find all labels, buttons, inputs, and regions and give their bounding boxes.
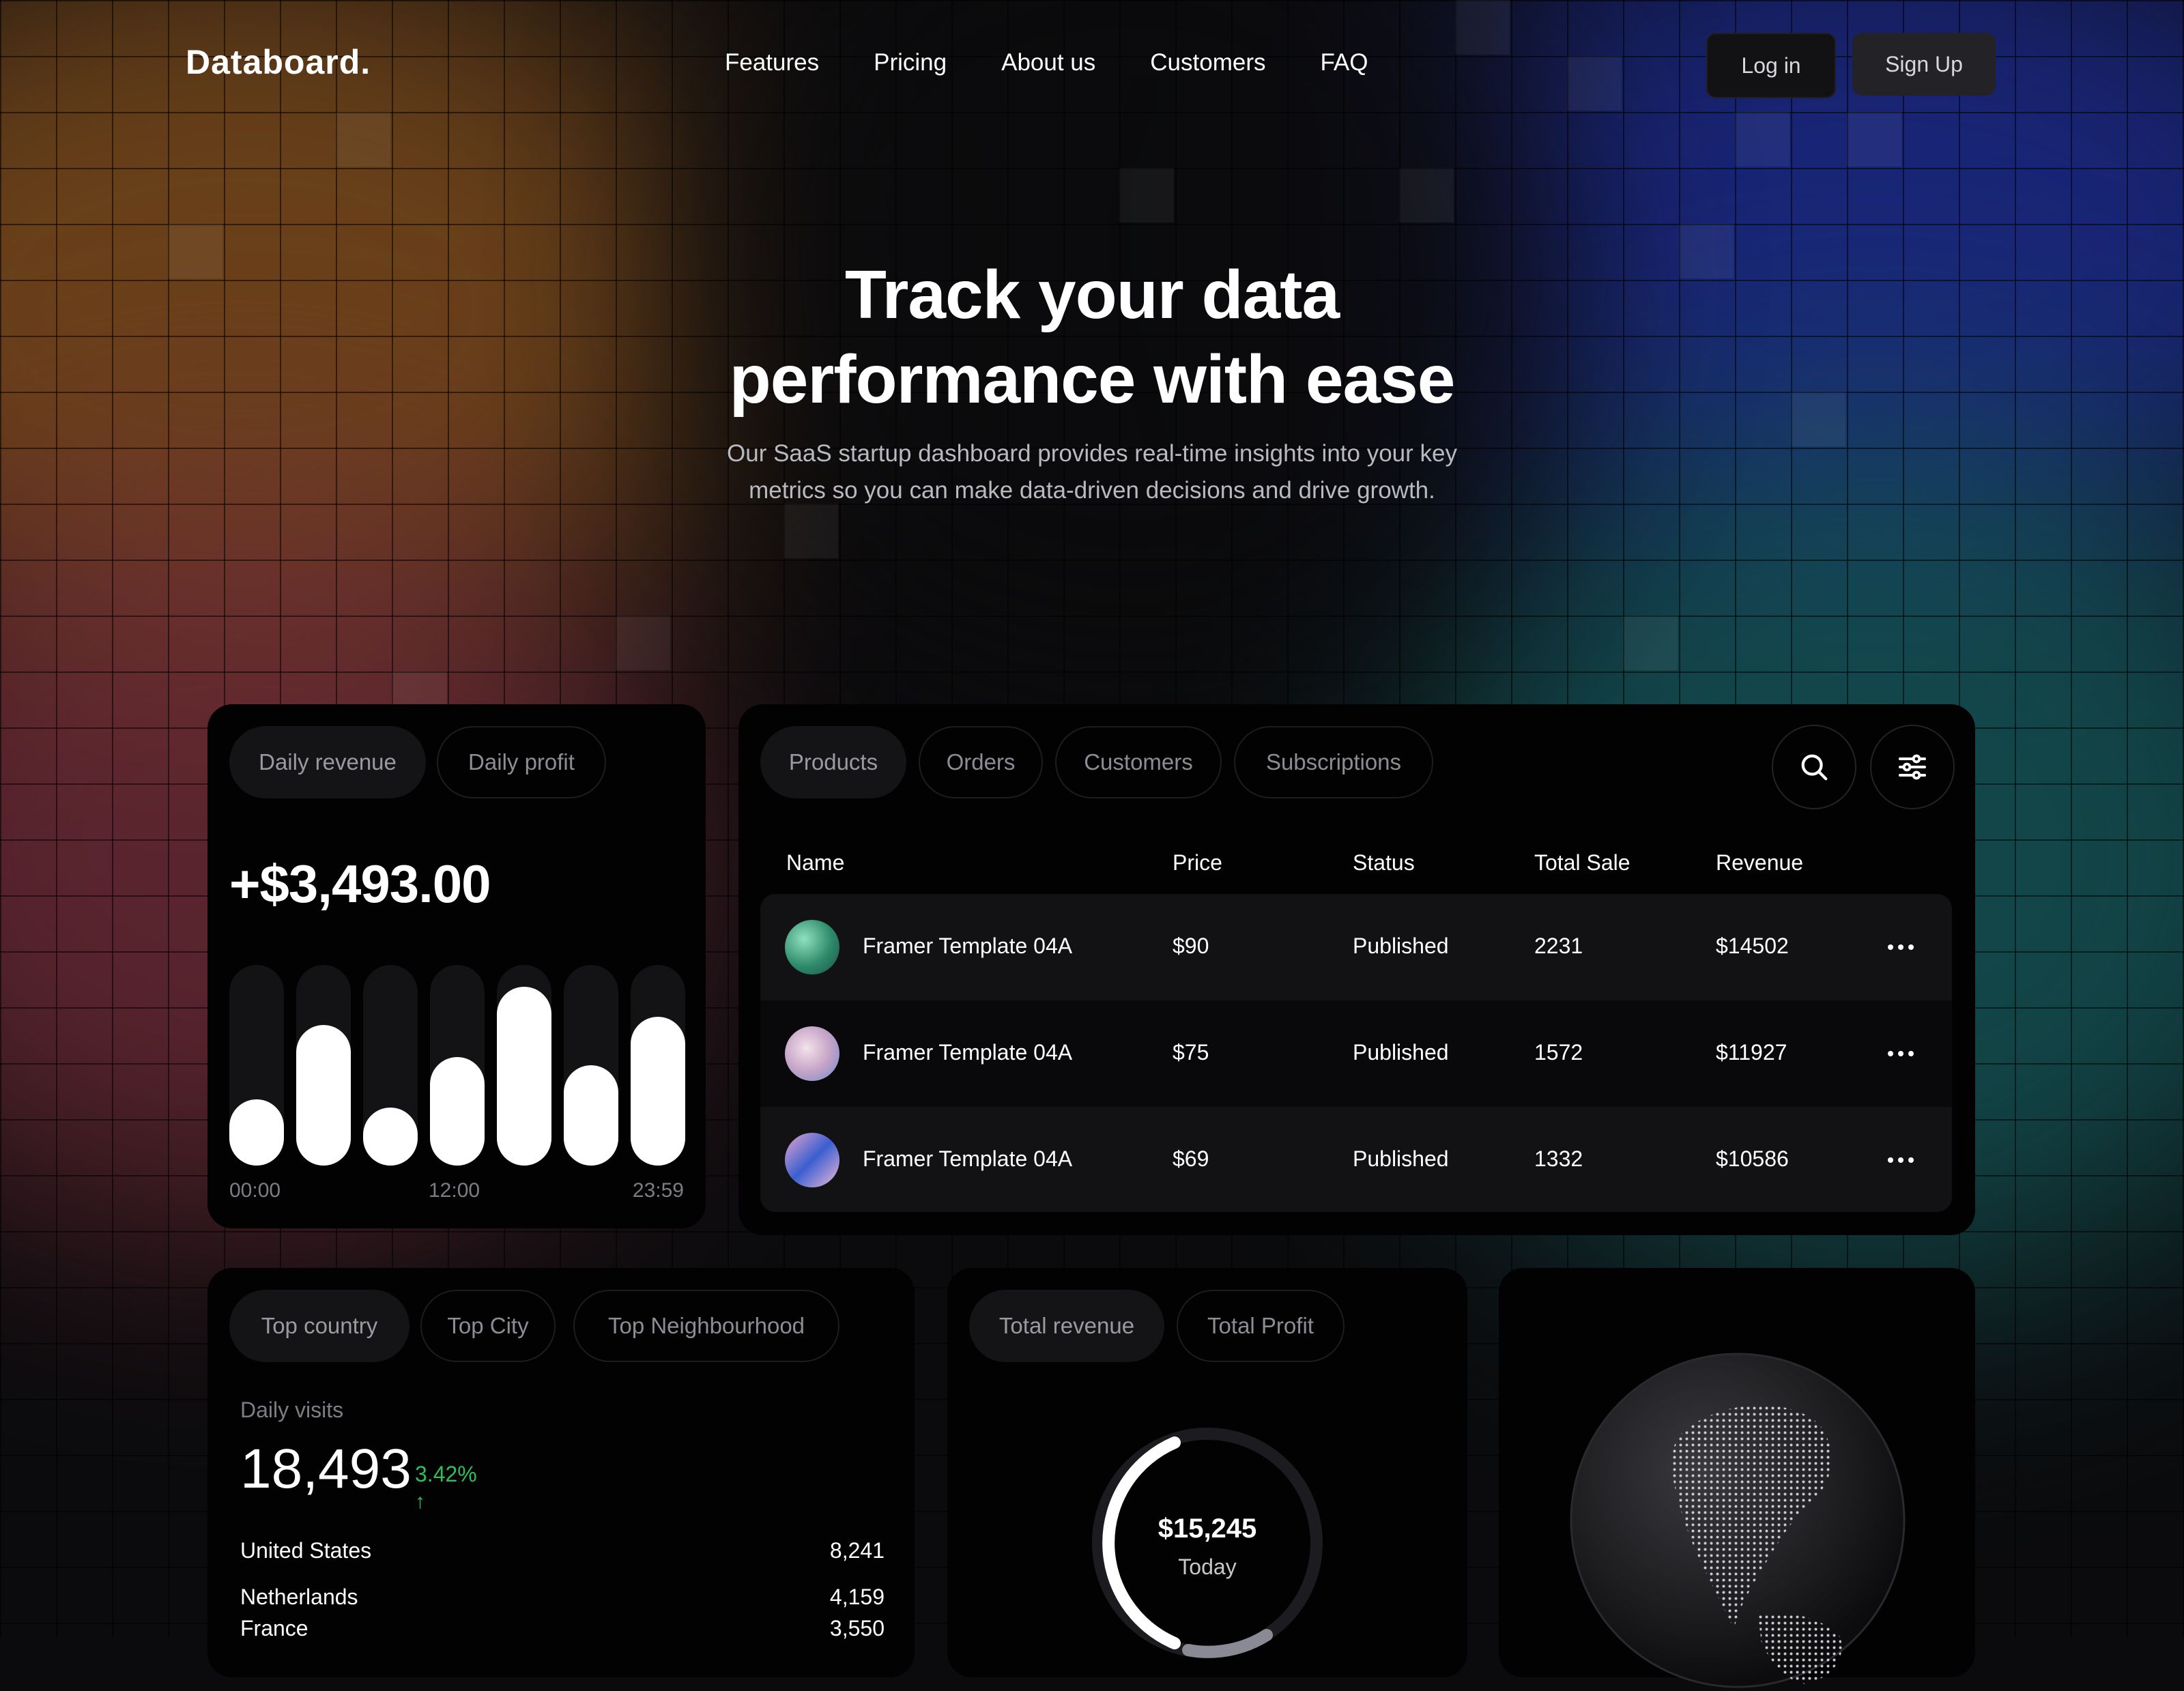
- visits-change-percent: 3.42%: [415, 1462, 477, 1486]
- more-options-icon[interactable]: [1888, 944, 1914, 950]
- login-button[interactable]: Log in: [1706, 33, 1836, 98]
- revenue-amount: +$3,493.00: [229, 854, 491, 914]
- revenue-bar[interactable]: [497, 987, 551, 1166]
- product-revenue: $14502: [1716, 934, 1789, 958]
- time-label-end: 23:59: [632, 1179, 684, 1202]
- nav-features[interactable]: Features: [725, 49, 819, 76]
- hero-subtitle-line-2: metrics so you can make data-driven deci…: [749, 477, 1435, 504]
- product-thumbnail: [785, 1026, 839, 1081]
- daily-visits-card: Top country Top City Top Neighbourhood D…: [207, 1268, 915, 1677]
- product-price: $75: [1173, 1040, 1209, 1065]
- product-status: Published: [1353, 934, 1449, 958]
- revenue-bar[interactable]: [430, 1057, 485, 1166]
- tab-total-profit[interactable]: Total Profit: [1177, 1290, 1345, 1362]
- product-status: Published: [1353, 1040, 1449, 1065]
- table-row[interactable]: Framer Template 04A $90 Published 2231 $…: [760, 894, 1952, 1000]
- main-nav: Features Pricing About us Customers FAQ: [725, 49, 1368, 76]
- product-total-sale: 1332: [1534, 1146, 1583, 1171]
- bar-track: [631, 965, 685, 1166]
- column-header-price[interactable]: Price: [1173, 850, 1222, 876]
- product-revenue: $11927: [1716, 1040, 1787, 1065]
- daily-revenue-card: Daily revenue Daily profit +$3,493.00 00…: [207, 704, 706, 1228]
- total-revenue-card: Total revenue Total Profit $15,245 Today: [947, 1268, 1467, 1677]
- hero-title: Track your data performance with ease: [0, 252, 2184, 422]
- bar-track: [497, 965, 551, 1166]
- products-table: Framer Template 04A $90 Published 2231 $…: [760, 894, 1952, 1212]
- nav-about-us[interactable]: About us: [1001, 49, 1095, 76]
- revenue-bar[interactable]: [631, 1017, 685, 1166]
- revenue-bar[interactable]: [296, 1025, 351, 1166]
- product-price: $90: [1173, 934, 1209, 958]
- tab-products[interactable]: Products: [760, 726, 906, 798]
- column-header-revenue[interactable]: Revenue: [1716, 850, 1803, 876]
- tab-customers[interactable]: Customers: [1055, 726, 1222, 798]
- search-icon: [1801, 754, 1828, 781]
- hero-title-line-2: performance with ease: [729, 341, 1456, 418]
- hero-subtitle-line-1: Our SaaS startup dashboard provides real…: [727, 440, 1457, 467]
- product-name: Framer Template 04A: [863, 934, 1073, 958]
- country-name: France: [240, 1616, 308, 1641]
- arrow-up-icon: ↑: [415, 1490, 425, 1513]
- product-thumbnail: [785, 920, 839, 974]
- tab-total-revenue[interactable]: Total revenue: [969, 1290, 1164, 1362]
- products-card: Products Orders Customers Subscriptions …: [738, 704, 1975, 1235]
- country-visits: 4,159: [829, 1585, 885, 1609]
- tab-daily-revenue[interactable]: Daily revenue: [229, 726, 426, 798]
- product-thumbnail: [785, 1133, 839, 1187]
- country-visits: 8,241: [829, 1538, 885, 1563]
- column-header-name[interactable]: Name: [786, 850, 844, 876]
- tab-top-neighbourhood[interactable]: Top Neighbourhood: [573, 1290, 839, 1362]
- product-status: Published: [1353, 1146, 1449, 1171]
- total-revenue-period: Today: [1178, 1555, 1237, 1579]
- tab-daily-profit[interactable]: Daily profit: [437, 726, 606, 798]
- daily-visits-label: Daily visits: [240, 1398, 344, 1422]
- country-name: United States: [240, 1538, 372, 1563]
- product-total-sale: 1572: [1534, 1040, 1583, 1065]
- table-row[interactable]: Framer Template 04A $69 Published 1332 $…: [760, 1107, 1952, 1212]
- revenue-bar[interactable]: [564, 1065, 618, 1166]
- column-header-total-sale[interactable]: Total Sale: [1534, 850, 1630, 876]
- bar-track: [363, 965, 418, 1166]
- filter-button[interactable]: [1870, 725, 1955, 809]
- country-visits: 3,550: [829, 1616, 885, 1641]
- table-row[interactable]: Framer Template 04A $75 Published 1572 $…: [760, 1000, 1952, 1107]
- product-total-sale: 2231: [1534, 934, 1583, 958]
- column-header-status[interactable]: Status: [1353, 850, 1415, 876]
- product-name: Framer Template 04A: [863, 1040, 1073, 1065]
- product-revenue: $10586: [1716, 1146, 1789, 1171]
- hero-title-line-1: Track your data: [844, 257, 1340, 333]
- revenue-bar[interactable]: [229, 1099, 284, 1166]
- nav-pricing[interactable]: Pricing: [874, 49, 947, 76]
- hero-subtitle: Our SaaS startup dashboard provides real…: [0, 435, 2184, 509]
- product-name: Framer Template 04A: [863, 1146, 1073, 1171]
- time-label-mid: 12:00: [429, 1179, 480, 1202]
- bar-track: [229, 965, 284, 1166]
- tab-top-country[interactable]: Top country: [229, 1290, 410, 1362]
- search-button[interactable]: [1772, 725, 1856, 809]
- bar-track: [430, 965, 485, 1166]
- more-options-icon[interactable]: [1888, 1051, 1914, 1056]
- bar-track: [564, 965, 618, 1166]
- bar-track: [296, 965, 351, 1166]
- globe-card: [1499, 1268, 1975, 1688]
- revenue-bar-chart: [229, 965, 685, 1166]
- daily-visits-value: 18,493: [240, 1438, 412, 1500]
- nav-faq[interactable]: FAQ: [1320, 49, 1368, 76]
- total-revenue-amount: $15,245: [1158, 1514, 1257, 1544]
- sliders-icon: [1899, 754, 1926, 780]
- signup-button[interactable]: Sign Up: [1852, 33, 1996, 96]
- nav-customers[interactable]: Customers: [1150, 49, 1265, 76]
- product-price: $69: [1173, 1146, 1209, 1171]
- tab-top-city[interactable]: Top City: [420, 1290, 556, 1362]
- country-name: Netherlands: [240, 1585, 358, 1609]
- tab-orders[interactable]: Orders: [919, 726, 1043, 798]
- globe-icon: [1570, 1353, 1906, 1688]
- revenue-bar[interactable]: [363, 1108, 418, 1166]
- time-label-start: 00:00: [229, 1179, 281, 1202]
- tab-subscriptions[interactable]: Subscriptions: [1234, 726, 1433, 798]
- more-options-icon[interactable]: [1888, 1157, 1914, 1163]
- brand-logo[interactable]: Databoard.: [186, 42, 371, 82]
